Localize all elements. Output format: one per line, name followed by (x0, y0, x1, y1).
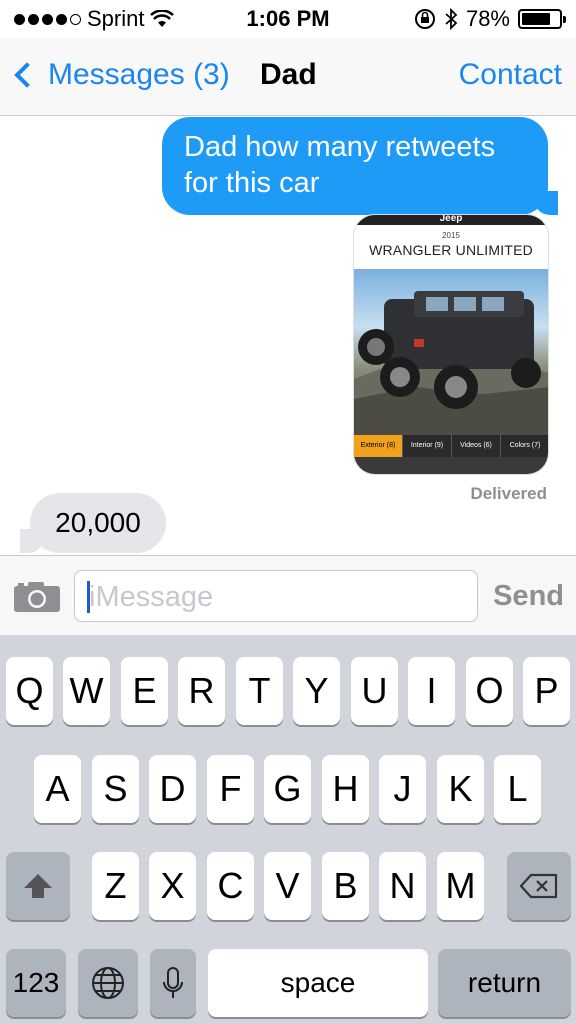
key-l[interactable]: L (494, 755, 541, 823)
key-u[interactable]: U (351, 657, 398, 725)
chevron-left-icon (14, 62, 40, 88)
key-n[interactable]: N (379, 852, 426, 920)
return-key[interactable]: return (438, 949, 571, 1017)
battery-percent: 78% (465, 6, 510, 31)
dictation-key[interactable] (150, 949, 196, 1017)
message-thread[interactable]: Dad how many retweets for this car Jeep … (0, 117, 576, 555)
delete-key[interactable] (507, 852, 571, 920)
bluetooth-icon (445, 8, 458, 30)
attachment-model: WRANGLER UNLIMITED (369, 242, 533, 258)
key-h[interactable]: H (322, 755, 369, 823)
outgoing-message-text: Dad how many retweets for this car (184, 131, 496, 199)
key-p[interactable]: P (523, 657, 570, 725)
numbers-key[interactable]: 123 (6, 949, 66, 1017)
key-x[interactable]: X (149, 852, 196, 920)
shift-arrow-icon (24, 874, 52, 898)
attachment-tab: Colors (7) (501, 435, 548, 457)
globe-key[interactable] (78, 949, 138, 1017)
key-v[interactable]: V (264, 852, 311, 920)
back-button[interactable]: Messages (3) (12, 58, 230, 92)
globe-icon (92, 967, 124, 999)
image-attachment-bubble[interactable]: Jeep 2015 WRANGLER UNLIMITED Exterior (8… (353, 214, 549, 475)
incoming-message-bubble[interactable]: 20,000 (20, 493, 166, 553)
key-m[interactable]: M (437, 852, 484, 920)
car-photo (354, 269, 548, 435)
delivered-status: Delivered (470, 484, 547, 503)
key-q[interactable]: Q (6, 657, 53, 725)
back-label: Messages (3) (48, 58, 230, 91)
keyboard: Q W E R T Y U I O P A S D F G H J K L Z … (0, 635, 576, 1024)
key-s[interactable]: S (92, 755, 139, 823)
key-g[interactable]: G (264, 755, 311, 823)
attachment-tabs: Exterior (8) Interior (9) Videos (6) Col… (354, 435, 548, 457)
message-input-bar: iMessage Send (0, 555, 576, 635)
battery-icon (518, 9, 566, 29)
key-z[interactable]: Z (92, 852, 139, 920)
input-placeholder: iMessage (89, 581, 214, 613)
key-f[interactable]: F (207, 755, 254, 823)
attachment-tab: Exterior (8) (354, 435, 403, 457)
shift-key[interactable] (6, 852, 70, 920)
key-j[interactable]: J (379, 755, 426, 823)
camera-icon[interactable] (14, 582, 60, 612)
key-o[interactable]: O (466, 657, 513, 725)
key-r[interactable]: R (178, 657, 225, 725)
key-k[interactable]: K (437, 755, 484, 823)
delete-backspace-icon (519, 873, 558, 899)
navigation-bar: Messages (3) Dad Contact (0, 38, 576, 116)
key-b[interactable]: B (322, 852, 369, 920)
microphone-icon (163, 967, 183, 998)
key-c[interactable]: C (207, 852, 254, 920)
battery-fill (522, 13, 551, 25)
key-t[interactable]: T (236, 657, 283, 725)
key-a[interactable]: A (34, 755, 81, 823)
key-e[interactable]: E (121, 657, 168, 725)
attachment-year: 2015 (442, 231, 460, 240)
status-right-group: 78% (414, 6, 566, 32)
incoming-message-text: 20,000 (55, 507, 141, 538)
attachment-brand: Jeep (354, 215, 548, 225)
key-w[interactable]: W (63, 657, 110, 725)
status-bar: Sprint 1:06 PM 78% (0, 0, 576, 38)
attachment-tab: Videos (6) (452, 435, 501, 457)
attachment-thumbnail-strip (354, 457, 548, 474)
key-d[interactable]: D (149, 755, 196, 823)
conversation-title: Dad (260, 58, 317, 91)
space-key[interactable]: space (208, 949, 428, 1017)
contact-button[interactable]: Contact (459, 58, 562, 92)
rotation-lock-icon (414, 9, 435, 29)
key-y[interactable]: Y (293, 657, 340, 725)
send-button[interactable]: Send (493, 580, 564, 613)
imessage-input[interactable]: iMessage (74, 570, 478, 622)
outgoing-message-bubble[interactable]: Dad how many retweets for this car (162, 117, 558, 215)
key-i[interactable]: I (408, 657, 455, 725)
attachment-tab: Interior (9) (403, 435, 452, 457)
